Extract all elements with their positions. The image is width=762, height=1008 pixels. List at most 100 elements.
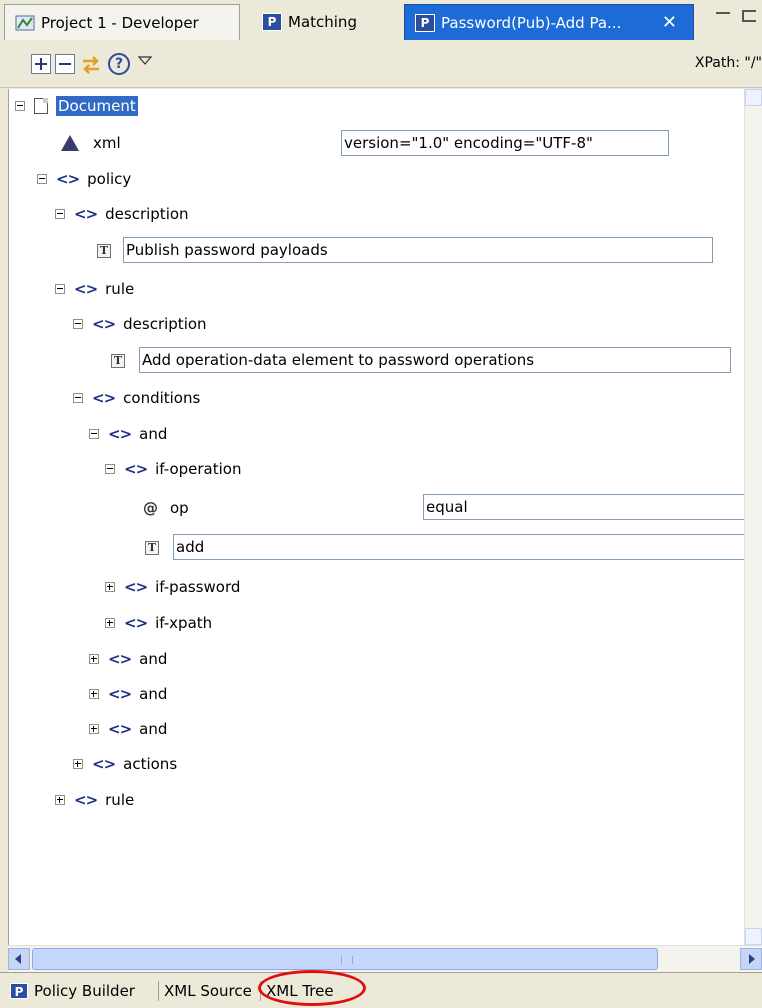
collapse-toggle[interactable] (55, 209, 65, 219)
node-label: xml (93, 134, 121, 152)
tree-node-attribute-op[interactable]: @ op (143, 494, 189, 522)
scroll-left-icon[interactable] (8, 948, 30, 970)
editor-tab-bar: Project 1 - Developer P Matching P Passw… (0, 0, 762, 42)
vertical-scrollbar[interactable] (744, 89, 762, 945)
policy-icon: P (10, 983, 28, 999)
text-node-icon: T (111, 354, 125, 368)
text-node-icon: T (145, 541, 159, 555)
expand-toggle[interactable] (73, 759, 83, 769)
tab-project-developer[interactable]: Project 1 - Developer (4, 4, 240, 40)
minimize-icon[interactable] (716, 12, 730, 20)
tree-node-if-operation[interactable]: <> if-operation (105, 455, 241, 483)
editor-page-tabs: P Policy Builder XML Source XML Tree (0, 972, 762, 1008)
scroll-up-icon[interactable] (745, 89, 762, 106)
node-label: if-operation (155, 460, 242, 478)
xml-declaration-value-field[interactable]: version="1.0" encoding="UTF-8" (341, 130, 669, 156)
attribute-icon: @ (143, 499, 158, 517)
element-icon: <> (108, 425, 132, 443)
element-icon: <> (92, 755, 116, 773)
description-text-field[interactable]: Publish password payloads (123, 237, 713, 263)
grip-icon (341, 956, 353, 964)
tab-policy-builder[interactable]: P Policy Builder (10, 979, 135, 1003)
tree-node-description[interactable]: <> description (55, 200, 189, 228)
collapse-toggle[interactable] (73, 393, 83, 403)
expand-toggle[interactable] (105, 582, 115, 592)
tab-password-pub-add[interactable]: P Password(Pub)-Add Pa... ✕ (404, 4, 694, 40)
expand-toggle[interactable] (105, 618, 115, 628)
tree-node-description[interactable]: <> description (73, 310, 207, 338)
help-icon[interactable]: ? (108, 53, 130, 75)
element-icon: <> (56, 170, 80, 188)
node-label: if-password (155, 578, 241, 596)
scroll-down-icon[interactable] (745, 928, 762, 945)
if-operation-text-field[interactable]: add (173, 534, 745, 560)
collapse-toggle[interactable] (105, 464, 115, 474)
element-icon: <> (92, 389, 116, 407)
tree-node-rule[interactable]: <> rule (55, 275, 134, 303)
sync-icon[interactable] (80, 54, 100, 74)
tab-xml-source[interactable]: XML Source (164, 979, 252, 1003)
xml-tree: Document xml version="1.0" encoding="UTF… (8, 89, 745, 945)
node-label: policy (87, 170, 132, 188)
collapse-all-icon[interactable] (55, 54, 75, 74)
tab-label: XML Source (164, 982, 252, 1000)
element-icon: <> (74, 791, 98, 809)
expand-toggle[interactable] (89, 654, 99, 664)
tree-node-rule[interactable]: <> rule (55, 786, 134, 814)
element-icon: <> (124, 614, 148, 632)
tab-separator (158, 981, 159, 1001)
tree-node-and[interactable]: <> and (89, 420, 167, 448)
element-icon: <> (74, 205, 98, 223)
node-label: description (105, 205, 189, 223)
window-controls (708, 6, 762, 34)
tree-node-if-password[interactable]: <> if-password (105, 573, 240, 601)
collapse-toggle[interactable] (55, 284, 65, 294)
scroll-thumb[interactable] (32, 948, 658, 970)
horizontal-scrollbar[interactable] (8, 945, 762, 972)
highlight-oval (258, 970, 366, 1006)
tree-node-text: T (145, 534, 167, 562)
node-label: and (139, 720, 168, 738)
collapse-toggle[interactable] (89, 429, 99, 439)
tab-matching[interactable]: P Matching (252, 4, 394, 40)
tree-node-actions[interactable]: <> actions (73, 750, 177, 778)
tree-node-xml-declaration[interactable]: xml (61, 129, 121, 157)
node-label: and (139, 650, 168, 668)
tab-label: Matching (288, 13, 357, 31)
tree-node-text: T (111, 347, 133, 375)
close-icon[interactable]: ✕ (662, 12, 677, 33)
expand-toggle[interactable] (55, 795, 65, 805)
tree-toolbar: ? XPath: "/" (0, 42, 762, 88)
element-icon: <> (108, 685, 132, 703)
expand-toggle[interactable] (89, 689, 99, 699)
tree-node-policy[interactable]: <> policy (37, 165, 131, 193)
tree-node-conditions[interactable]: <> conditions (73, 384, 200, 412)
maximize-icon[interactable] (742, 10, 756, 22)
tree-node-document[interactable]: Document (15, 92, 138, 120)
collapse-toggle[interactable] (73, 319, 83, 329)
attribute-op-value-field[interactable]: equal (423, 494, 745, 520)
node-label: description (123, 315, 207, 333)
project-icon (15, 14, 35, 32)
tree-node-if-xpath[interactable]: <> if-xpath (105, 609, 212, 637)
view-menu-icon[interactable] (137, 52, 158, 72)
expand-toggle[interactable] (89, 724, 99, 734)
xml-declaration-icon (61, 135, 79, 151)
tab-label: Password(Pub)-Add Pa... (441, 13, 622, 32)
xpath-label: XPath: "/" (694, 55, 762, 71)
element-icon: <> (124, 460, 148, 478)
tree-node-and[interactable]: <> and (89, 645, 167, 673)
collapse-toggle[interactable] (37, 174, 47, 184)
node-label: rule (105, 280, 135, 298)
tree-node-and[interactable]: <> and (89, 680, 167, 708)
element-icon: <> (92, 315, 116, 333)
collapse-toggle[interactable] (15, 101, 25, 111)
tab-label: Policy Builder (34, 982, 135, 1000)
node-label: Document (56, 96, 138, 116)
node-label: conditions (123, 389, 201, 407)
rule-description-text-field[interactable]: Add operation-data element to password o… (139, 347, 731, 373)
document-icon (34, 98, 48, 114)
scroll-right-icon[interactable] (740, 948, 762, 970)
tree-node-and[interactable]: <> and (89, 715, 167, 743)
expand-all-icon[interactable] (31, 54, 51, 74)
